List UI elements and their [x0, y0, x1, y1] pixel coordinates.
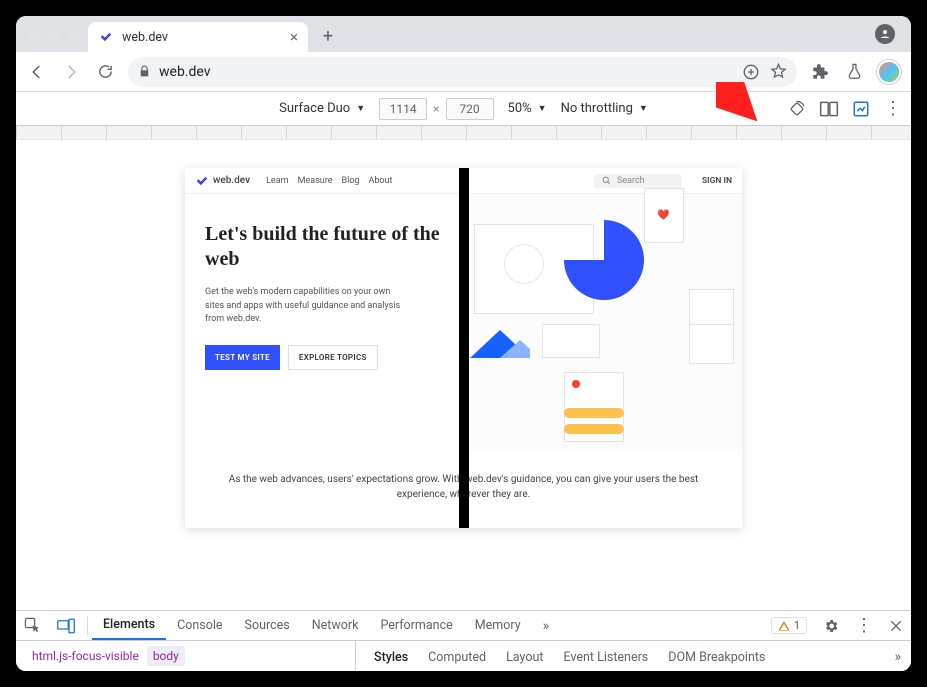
rotate-icon[interactable]	[787, 99, 807, 119]
content-area: Surface Duo ▼ × 50% ▼ No throttling ▼	[16, 92, 911, 671]
site-search[interactable]: Search	[594, 174, 682, 188]
dropdown-icon: ▼	[538, 103, 547, 114]
dimension-times-icon: ×	[433, 102, 439, 116]
profile-avatar[interactable]	[877, 60, 901, 84]
tab-memory[interactable]: Memory	[464, 611, 532, 640]
minimize-window-dot[interactable]	[48, 30, 60, 42]
more-options-icon[interactable]: ⋮	[883, 99, 903, 119]
dropdown-icon: ▼	[356, 103, 365, 114]
dual-screen-icon[interactable]	[819, 99, 839, 119]
tab-console[interactable]: Console	[166, 611, 233, 640]
hero-illustration: ❤️	[464, 194, 743, 454]
explore-topics-button[interactable]: EXPLORE TOPICS	[288, 345, 378, 370]
crumb-html[interactable]: html.js-focus-visible	[26, 646, 145, 666]
site-nav: Learn Measure Blog About	[266, 176, 392, 186]
new-tab-button[interactable]: +	[314, 22, 342, 50]
dom-breadcrumbs: html.js-focus-visible body	[16, 641, 356, 671]
zoom-indicator-icon[interactable]	[742, 63, 760, 81]
maximize-window-dot[interactable]	[68, 30, 80, 42]
device-posture-icon[interactable]	[851, 99, 871, 119]
close-devtools-icon[interactable]	[881, 611, 911, 640]
browser-tab[interactable]: web.dev ×	[88, 22, 308, 52]
site-brand: web.dev	[213, 175, 250, 186]
experiments-icon[interactable]	[843, 61, 865, 83]
tab-network[interactable]: Network	[301, 611, 370, 640]
issues-count: 1	[794, 619, 800, 632]
emulated-viewport: web.dev Learn Measure Blog About	[16, 140, 911, 671]
tab-computed[interactable]: Computed	[418, 641, 496, 671]
devtools-menu-icon[interactable]: ⋮	[847, 611, 881, 640]
tab-performance[interactable]: Performance	[369, 611, 463, 640]
styles-overflow-icon[interactable]: »	[884, 641, 911, 671]
close-window-dot[interactable]	[28, 30, 40, 42]
devtools-panel: Elements Console Sources Network Perform…	[16, 610, 911, 671]
height-input[interactable]	[446, 98, 494, 120]
url-text: web.dev	[159, 64, 211, 80]
device-hinge	[459, 168, 469, 528]
device-toolbar: Surface Duo ▼ × 50% ▼ No throttling ▼	[16, 92, 911, 126]
plus-icon: +	[323, 26, 333, 47]
zoom-select[interactable]: 50% ▼	[508, 101, 547, 116]
issues-chip[interactable]: 1	[763, 611, 815, 640]
forward-button[interactable]	[60, 61, 82, 83]
address-toolbar: web.dev	[16, 52, 911, 92]
window-controls	[28, 30, 80, 42]
device-select[interactable]: Surface Duo ▼	[279, 101, 365, 116]
site-logo[interactable]: web.dev	[195, 174, 250, 188]
hero-heading: Let's build the future of the web	[205, 222, 444, 272]
search-icon	[602, 176, 611, 185]
tab-strip: web.dev × +	[16, 16, 911, 52]
bookmark-star-icon[interactable]	[770, 63, 787, 80]
tabs-overflow-icon[interactable]: »	[532, 611, 561, 640]
ruler	[16, 126, 911, 140]
tab-layout[interactable]: Layout	[496, 641, 553, 671]
window-account-icon[interactable]	[875, 24, 895, 44]
dimension-controls: ×	[379, 98, 493, 120]
device-name: Surface Duo	[279, 101, 350, 116]
width-input[interactable]	[379, 98, 427, 120]
nav-about[interactable]: About	[368, 176, 392, 186]
devtools-subpanel: html.js-focus-visible body Styles Comput…	[16, 641, 911, 671]
throttling-select[interactable]: No throttling ▼	[561, 101, 648, 116]
sign-in-link[interactable]: SIGN IN	[702, 176, 732, 186]
tab-styles[interactable]: Styles	[364, 641, 418, 671]
omnibox[interactable]: web.dev	[128, 57, 797, 87]
toggle-device-icon[interactable]	[49, 611, 83, 640]
tab-sources[interactable]: Sources	[234, 611, 301, 640]
hero-copy: Get the web's modern capabilities on you…	[205, 286, 405, 327]
back-button[interactable]	[26, 61, 48, 83]
browser-window: web.dev × + web.dev	[16, 16, 911, 671]
close-tab-icon[interactable]: ×	[290, 30, 298, 45]
reload-button[interactable]	[94, 61, 116, 83]
tab-elements[interactable]: Elements	[92, 611, 166, 640]
tab-favicon	[98, 29, 114, 45]
tab-title: web.dev	[122, 30, 168, 45]
extensions-icon[interactable]	[809, 61, 831, 83]
zoom-value: 50%	[508, 101, 532, 116]
nav-blog[interactable]: Blog	[342, 176, 360, 186]
search-placeholder: Search	[617, 176, 645, 186]
inspect-element-icon[interactable]	[16, 611, 49, 640]
throttling-value: No throttling	[561, 101, 633, 116]
tab-dom-breakpoints[interactable]: DOM Breakpoints	[658, 641, 775, 671]
tab-event-listeners[interactable]: Event Listeners	[553, 641, 658, 671]
nav-learn[interactable]: Learn	[266, 176, 289, 186]
crumb-body[interactable]: body	[147, 646, 185, 666]
settings-gear-icon[interactable]	[815, 611, 847, 640]
test-site-button[interactable]: TEST MY SITE	[205, 345, 280, 370]
nav-measure[interactable]: Measure	[298, 176, 333, 186]
styles-tab-bar: Styles Computed Layout Event Listeners D…	[356, 641, 911, 671]
dropdown-icon: ▼	[639, 103, 648, 114]
lock-icon	[138, 65, 151, 78]
emulated-page[interactable]: web.dev Learn Measure Blog About	[185, 168, 742, 528]
devtools-main-tabs: Elements Console Sources Network Perform…	[16, 611, 911, 641]
